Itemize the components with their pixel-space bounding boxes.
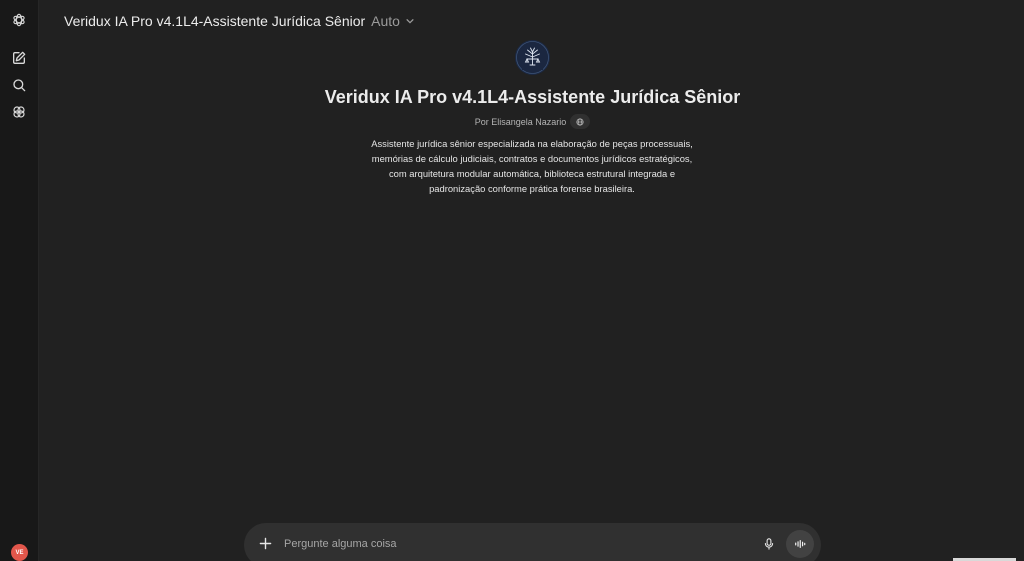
gpts-button[interactable] bbox=[7, 100, 31, 124]
openai-logo-button[interactable] bbox=[7, 8, 31, 32]
sidebar-rail: VE bbox=[0, 0, 39, 561]
microphone-icon bbox=[764, 538, 774, 550]
gpts-icon bbox=[13, 106, 25, 118]
gpt-logo bbox=[515, 40, 550, 75]
tree-scales-logo-icon bbox=[515, 40, 550, 75]
plus-icon bbox=[259, 537, 271, 549]
search-chats-button[interactable] bbox=[7, 73, 31, 97]
voice-waveform-icon bbox=[795, 539, 806, 549]
model-mode: Auto bbox=[371, 13, 400, 29]
dictate-button[interactable] bbox=[760, 535, 778, 553]
user-avatar[interactable]: VE bbox=[11, 544, 28, 561]
app-window: VE Veridux IA Pro v4.1L4-Assistente Jurí… bbox=[0, 0, 1024, 561]
gpt-author-line: Por Elisangela Nazario bbox=[200, 114, 865, 129]
new-chat-button[interactable] bbox=[7, 46, 31, 70]
avatar-initials: VE bbox=[15, 549, 24, 556]
voice-mode-button[interactable] bbox=[786, 530, 814, 558]
gpt-author: Por Elisangela Nazario bbox=[474, 116, 567, 127]
model-name: Veridux IA Pro v4.1L4-Assistente Jurídic… bbox=[64, 13, 366, 29]
globe-icon bbox=[576, 117, 584, 126]
prompt-composer bbox=[244, 523, 821, 561]
chevron-down-icon bbox=[406, 19, 414, 24]
openai-logo-icon bbox=[13, 13, 25, 27]
prompt-input[interactable] bbox=[284, 535, 744, 553]
search-icon bbox=[13, 79, 26, 92]
gpt-description: Assistente jurídica sênior especializada… bbox=[371, 138, 693, 194]
model-selector[interactable]: Veridux IA Pro v4.1L4-Assistente Jurídic… bbox=[64, 11, 415, 31]
add-attachment-button[interactable] bbox=[256, 534, 274, 552]
gpt-title: Veridux IA Pro v4.1L4-Assistente Jurídic… bbox=[324, 87, 741, 107]
new-chat-icon bbox=[13, 51, 26, 64]
gpt-website-link[interactable] bbox=[570, 114, 591, 129]
